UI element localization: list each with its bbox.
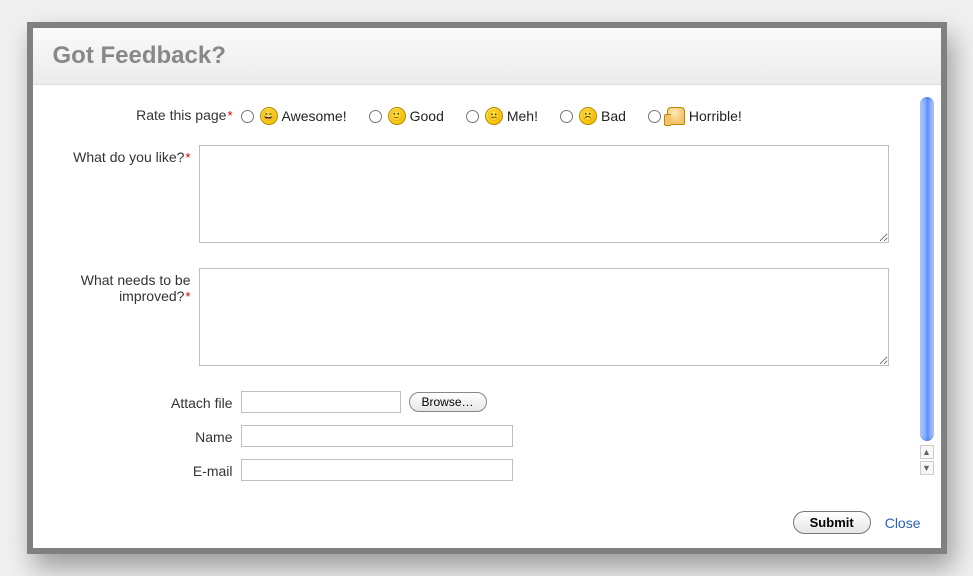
- face-bad-icon: ☹️: [579, 107, 597, 125]
- email-input[interactable]: [241, 459, 513, 481]
- dialog-title: Got Feedback?: [53, 42, 921, 70]
- rate-options: 😄 Awesome! 🙂 Good 😐 Meh!: [241, 103, 889, 125]
- name-row: Name: [61, 425, 913, 447]
- email-row: E-mail: [61, 459, 913, 481]
- improve-textarea[interactable]: [199, 268, 889, 366]
- improve-label: What needs to be improved?*: [61, 268, 199, 304]
- dialog-header: Got Feedback?: [33, 28, 941, 85]
- attach-file-input[interactable]: [241, 391, 401, 413]
- rate-option-bad[interactable]: ☹️ Bad: [560, 107, 626, 125]
- rate-option-good[interactable]: 🙂 Good: [369, 107, 444, 125]
- face-awesome-icon: 😄: [260, 107, 278, 125]
- submit-button[interactable]: Submit: [793, 511, 871, 534]
- rate-option-meh[interactable]: 😐 Meh!: [466, 107, 538, 125]
- required-mark: *: [227, 108, 232, 123]
- attach-label: Attach file: [61, 391, 241, 411]
- rate-radio-awesome[interactable]: [241, 110, 254, 123]
- rate-radio-good[interactable]: [369, 110, 382, 123]
- like-textarea[interactable]: [199, 145, 889, 243]
- required-mark: *: [185, 289, 190, 304]
- attach-row: Attach file Browse…: [61, 391, 913, 413]
- rate-row: Rate this page* 😄 Awesome! 🙂 Good: [61, 103, 913, 125]
- rate-option-horrible[interactable]: Horrible!: [648, 107, 742, 125]
- thumbs-down-icon: [667, 107, 685, 125]
- email-label: E-mail: [61, 459, 241, 479]
- scrollbar-track[interactable]: [920, 97, 934, 441]
- name-label: Name: [61, 425, 241, 445]
- scroll-down-icon[interactable]: ▼: [920, 461, 934, 475]
- scroll-up-icon[interactable]: ▲: [920, 445, 934, 459]
- required-mark: *: [185, 150, 190, 165]
- like-label: What do you like?*: [61, 145, 199, 165]
- like-row: What do you like?*: [61, 145, 913, 248]
- feedback-dialog: Got Feedback? ▲ ▼ Rate this page*: [33, 28, 941, 548]
- scrollbar[interactable]: ▲ ▼: [919, 97, 935, 475]
- dialog-footer: Submit Close: [33, 501, 941, 548]
- modal-overlay: Got Feedback? ▲ ▼ Rate this page*: [27, 22, 947, 554]
- improve-row: What needs to be improved?*: [61, 268, 913, 371]
- rate-option-awesome[interactable]: 😄 Awesome!: [241, 107, 347, 125]
- dialog-body: ▲ ▼ Rate this page* 😄 Awesome!: [33, 85, 941, 501]
- rate-radio-horrible[interactable]: [648, 110, 661, 123]
- browse-button[interactable]: Browse…: [409, 392, 487, 412]
- face-meh-icon: 😐: [485, 107, 503, 125]
- close-link[interactable]: Close: [885, 515, 921, 531]
- rate-radio-bad[interactable]: [560, 110, 573, 123]
- face-good-icon: 🙂: [388, 107, 406, 125]
- rate-label: Rate this page*: [61, 103, 241, 123]
- name-input[interactable]: [241, 425, 513, 447]
- rate-radio-meh[interactable]: [466, 110, 479, 123]
